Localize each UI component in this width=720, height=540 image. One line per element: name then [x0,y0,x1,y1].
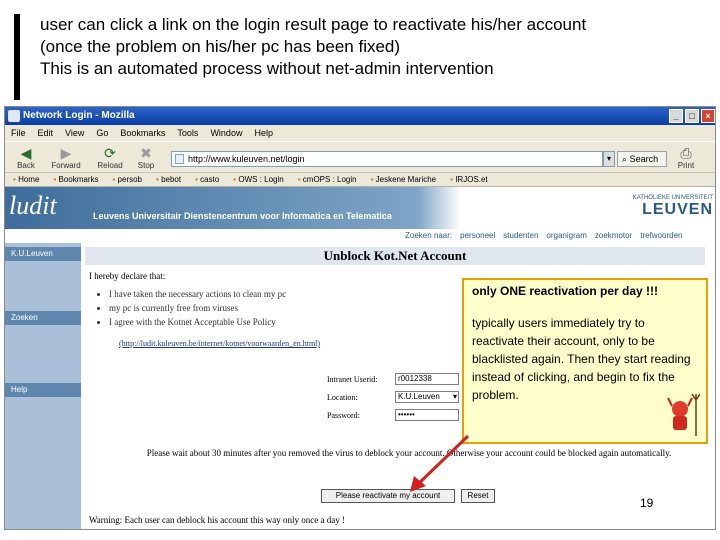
forward-label: Forward [51,161,81,170]
page-title: Unblock Kot.Net Account [85,247,705,265]
slide-line-1: user can click a link on the login resul… [40,15,587,34]
bookmark-irjos[interactable]: IRJOS.et [450,173,487,186]
slide-text: user can click a link on the login resul… [40,14,710,80]
site-nav: Zoeken naar: personeel studenten organig… [405,229,715,243]
page-number: 19 [640,496,654,510]
window-title: Network Login - Mozilla [23,110,135,121]
slide-line-2: (once the problem on his/her pc has been… [40,37,401,56]
banner-text: Leuvens Universitair Dienstencentrum voo… [93,211,392,221]
forward-arrow-icon: ▶ [60,145,72,161]
bookmark-cmops-login[interactable]: cmOPS : Login [298,173,357,186]
menu-edit[interactable]: Edit [38,125,54,141]
navigation-toolbar: ◀ Back ▶ Forward ⟳ Reload ✖ Stop http://… [5,141,715,173]
menu-window[interactable]: Window [210,125,242,141]
nav-zoekmotor[interactable]: zoekmotor [595,229,632,243]
declare-intro: I hereby declare that: [89,271,166,281]
sidebar-item-zoeken[interactable]: Zoeken [5,311,81,325]
back-arrow-icon: ◀ [20,145,32,161]
sidebar-item-help[interactable]: Help [5,383,81,397]
maximize-button[interactable]: □ [685,109,699,123]
nav-trefwoorden[interactable]: trefwoorden [640,229,682,243]
search-button[interactable]: ⌕ Search [617,151,667,167]
search-label: Search [629,154,659,164]
leuven-logo: KATHOLIEKE UNIVERSITEIT LEUVEN [633,195,713,219]
bookmark-ows-login[interactable]: OWS : Login [233,173,283,186]
slide-accent-bar [14,14,20,100]
menu-bookmarks[interactable]: Bookmarks [120,125,165,141]
search-icon: ⌕ [622,154,628,164]
callout-title: only ONE reactivation per day !!! [472,284,659,298]
list-item: my pc is currently free from viruses [109,301,286,315]
window-titlebar: Network Login - Mozilla _ □ × [5,107,715,125]
sidebar: K.U.Leuven Zoeken Help [5,243,81,529]
bookmark-persob[interactable]: persob [112,173,142,186]
bookmark-bebot[interactable]: bebot [156,173,181,186]
back-label: Back [17,161,35,170]
leuven-title: LEUVEN [642,201,713,218]
bookmarks-toolbar: Home Bookmarks persob bebot casto OWS : … [5,173,715,187]
bookmark-jeskene[interactable]: Jeskene Mariche [371,173,436,186]
declaration-list: I have taken the necessary actions to cl… [109,287,286,329]
print-button[interactable]: ⎙ Print [669,145,703,171]
location-select[interactable]: K.U.Leuven ▾ [395,391,459,403]
bookmark-home[interactable]: Home [13,173,39,186]
bookmark-casto[interactable]: casto [195,173,219,186]
close-button[interactable]: × [701,109,715,123]
page-icon [175,154,184,164]
callout-box: only ONE reactivation per day !!! typica… [462,278,708,444]
password-label: Password: [327,411,360,420]
printer-icon: ⎙ [680,145,692,161]
minimize-button[interactable]: _ [669,109,683,123]
reload-label: Reload [97,161,123,170]
chevron-down-icon: ▾ [452,392,457,401]
menu-bar: File Edit View Go Bookmarks Tools Window… [5,125,715,141]
slide-line-3: This is an automated process without net… [40,59,494,78]
devil-icon [667,393,700,436]
site-banner: ludit Leuvens Universitair Dienstencentr… [5,187,715,229]
list-item: I have taken the necessary actions to cl… [109,287,286,301]
password-input[interactable]: •••••• [395,409,459,421]
red-arrow-icon [410,434,470,492]
callout-body: typically users immediately try to react… [472,316,691,402]
warning-text: Warning: Each user can deblock his accou… [89,515,345,525]
nav-search-label: Zoeken naar: [405,231,453,240]
nav-personeel[interactable]: personeel [460,229,495,243]
forward-button[interactable]: ▶ Forward [49,145,83,171]
url-dropdown-button[interactable]: ▾ [603,151,615,167]
menu-go[interactable]: Go [96,125,108,141]
list-item: I agree with the Kotnet Acceptable Use P… [109,315,286,329]
nav-studenten[interactable]: studenten [503,229,538,243]
reload-button[interactable]: ⟳ Reload [93,145,127,171]
userid-label: Intranet Userid: [327,375,378,384]
back-button[interactable]: ◀ Back [9,145,43,171]
location-value: K.U.Leuven [398,392,440,401]
url-text: http://www.kuleuven.net/login [188,154,305,164]
stop-label: Stop [137,161,155,170]
menu-tools[interactable]: Tools [177,125,198,141]
menu-view[interactable]: View [65,125,84,141]
stop-icon: ✖ [140,145,152,161]
url-input[interactable]: http://www.kuleuven.net/login [171,151,603,167]
location-label: Location: [327,393,358,402]
reload-icon: ⟳ [104,145,116,161]
chevron-down-icon: ▾ [606,154,611,163]
sidebar-item-kuleuven[interactable]: K.U.Leuven [5,247,81,261]
policy-link[interactable]: (http://ludit.kuleuven.be/internet/kotne… [119,339,320,348]
menu-help[interactable]: Help [254,125,273,141]
userid-input[interactable]: r0012338 [395,373,459,385]
print-label: Print [677,161,695,170]
mozilla-app-icon [8,110,20,122]
ludit-logo: ludit [9,191,57,220]
menu-file[interactable]: File [11,125,26,141]
nav-organigram[interactable]: organigram [546,229,586,243]
window-controls: _ □ × [669,109,715,123]
stop-button[interactable]: ✖ Stop [129,145,163,171]
bookmark-bookmarks[interactable]: Bookmarks [53,173,98,186]
